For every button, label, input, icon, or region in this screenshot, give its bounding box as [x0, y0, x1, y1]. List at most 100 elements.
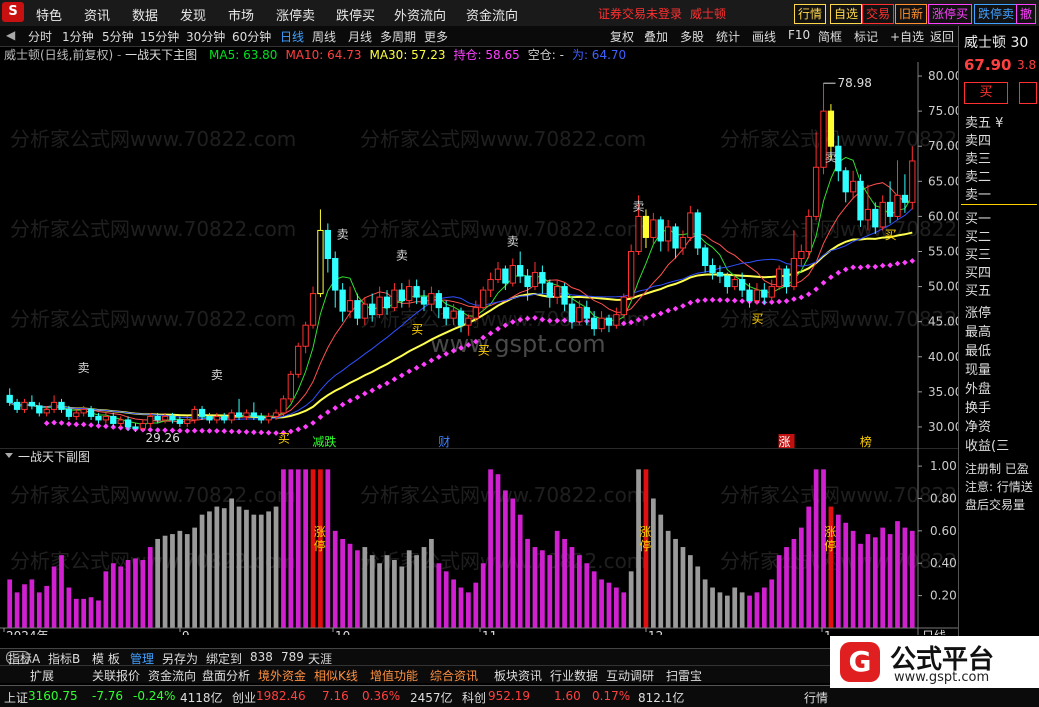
candle[interactable] [783, 265, 790, 294]
chart-action-8[interactable]: +自选 [890, 28, 924, 45]
candle[interactable] [132, 423, 139, 432]
menu-item-4[interactable]: 市场 [228, 5, 254, 24]
candle[interactable] [539, 265, 546, 294]
quick-button-5[interactable]: 跌停卖 [974, 4, 1019, 24]
candle[interactable] [102, 412, 110, 424]
candle[interactable] [768, 279, 775, 301]
candle[interactable] [672, 223, 679, 259]
sub-indicator-chart[interactable]: 一战天下副图分析家公式网www.70822.com 分析家公式网www.70822… [0, 448, 958, 635]
candle[interactable] [650, 212, 657, 245]
login-warning[interactable]: 证券交易未登录 [598, 5, 682, 22]
candle[interactable] [110, 412, 117, 427]
function-tab-7[interactable]: 综合资讯 [430, 667, 478, 684]
sh-index-name[interactable]: 上证 [4, 689, 28, 706]
period-tab-5[interactable]: 60分钟 [232, 28, 271, 45]
function-tab-2[interactable]: 资金流向 [148, 667, 196, 684]
sub-chart-collapse-icon[interactable] [5, 453, 13, 458]
sell-level-2[interactable]: 卖三 [965, 148, 991, 167]
candle[interactable] [694, 209, 701, 255]
period-tab-3[interactable]: 15分钟 [140, 28, 179, 45]
function-tab-1[interactable]: 关联报价 [92, 667, 140, 684]
quick-button-4[interactable]: 涨停买 [928, 4, 973, 24]
main-price-chart[interactable]: 分析家公式网www.70822.com 分析家公式网www.70822.com 分析… [0, 62, 958, 448]
period-tab-6[interactable]: 日线 [280, 28, 304, 45]
chart-action-3[interactable]: 统计 [716, 28, 740, 45]
candle[interactable] [265, 412, 272, 424]
app-logo-icon[interactable]: S [2, 2, 24, 22]
candle[interactable] [909, 146, 916, 210]
event-label[interactable]: 减跌 [312, 434, 336, 448]
quick-button-2[interactable]: 交易 [862, 4, 895, 24]
event-label[interactable]: 财 [438, 435, 450, 448]
chart-action-6[interactable]: 简框 [818, 28, 842, 45]
indicator-name[interactable]: 一战天下主图 [125, 48, 197, 62]
candle[interactable] [302, 321, 309, 354]
candle[interactable] [346, 286, 354, 319]
function-tab-8[interactable]: 板块资讯 [494, 667, 542, 684]
candle[interactable] [73, 409, 80, 420]
candle[interactable] [309, 286, 317, 329]
candle[interactable] [472, 300, 479, 322]
candle[interactable] [235, 398, 243, 420]
chart-action-0[interactable]: 复权 [610, 28, 634, 45]
candle[interactable] [494, 262, 502, 284]
candle[interactable] [295, 342, 302, 378]
menu-item-6[interactable]: 跌停买 [336, 5, 375, 24]
candle[interactable] [324, 223, 331, 273]
quick-button-6[interactable]: 撤 [1016, 4, 1037, 24]
buy-level-4[interactable]: 买五 [965, 280, 991, 299]
function-tab-5[interactable]: 相似K线 [314, 667, 358, 684]
candle[interactable] [502, 265, 509, 291]
menu-item-7[interactable]: 外资流向 [394, 5, 446, 24]
menu-item-3[interactable]: 发现 [180, 5, 206, 24]
candle[interactable] [775, 265, 783, 291]
period-tab-2[interactable]: 5分钟 [102, 28, 134, 45]
chart-action-4[interactable]: 画线 [752, 28, 776, 45]
function-tab-9[interactable]: 行业数据 [550, 667, 598, 684]
candle[interactable] [117, 416, 124, 427]
candle[interactable] [413, 279, 420, 305]
function-tab-4[interactable]: 境外资金 [258, 667, 306, 684]
sell-button[interactable] [1019, 82, 1037, 104]
candle[interactable] [398, 283, 405, 308]
candle[interactable] [28, 395, 36, 410]
candle[interactable] [724, 272, 731, 294]
chart-action-9[interactable]: 返回 [930, 28, 954, 45]
candle[interactable] [36, 402, 43, 417]
buy-level-1[interactable]: 买二 [965, 226, 991, 245]
candle[interactable] [332, 251, 339, 308]
period-tab-9[interactable]: 多周期 [380, 28, 416, 45]
buy-button[interactable]: 买 [964, 82, 1008, 104]
sell-level-0[interactable]: 卖五 ¥ [965, 112, 1003, 131]
indicator-tab-6[interactable]: 838 [250, 650, 273, 664]
candle[interactable] [805, 209, 812, 259]
chart-action-7[interactable]: 标记 [854, 28, 878, 45]
period-tab-10[interactable]: 更多 [424, 28, 448, 45]
candle[interactable] [642, 209, 650, 248]
buy-level-3[interactable]: 买四 [965, 262, 991, 281]
chart-action-5[interactable]: F10 [788, 28, 810, 42]
quick-button-3[interactable]: 旧新 [895, 4, 928, 24]
candle[interactable] [753, 283, 761, 305]
candle[interactable] [21, 398, 28, 413]
candle[interactable] [894, 160, 901, 220]
function-tab-6[interactable]: 增值功能 [370, 667, 418, 684]
candle[interactable] [901, 174, 909, 213]
candle[interactable] [376, 286, 383, 319]
candle[interactable] [687, 205, 694, 241]
kc-index-name[interactable]: 科创 [462, 689, 486, 706]
candle[interactable] [391, 283, 398, 312]
function-tab-3[interactable]: 盘面分析 [202, 667, 250, 684]
candle[interactable] [50, 395, 58, 413]
candle[interactable] [487, 272, 494, 298]
period-tab-0[interactable]: 分时 [28, 28, 52, 45]
candle[interactable] [849, 170, 857, 199]
candle[interactable] [176, 416, 184, 427]
buy-level-2[interactable]: 买三 [965, 244, 991, 263]
event-label[interactable]: 榜 [860, 434, 872, 448]
chart-action-2[interactable]: 多股 [680, 28, 704, 45]
candle[interactable] [879, 195, 886, 231]
candle[interactable] [13, 398, 21, 413]
sell-level-4[interactable]: 卖一 [965, 184, 991, 203]
function-tab-10[interactable]: 互动调研 [606, 667, 654, 684]
